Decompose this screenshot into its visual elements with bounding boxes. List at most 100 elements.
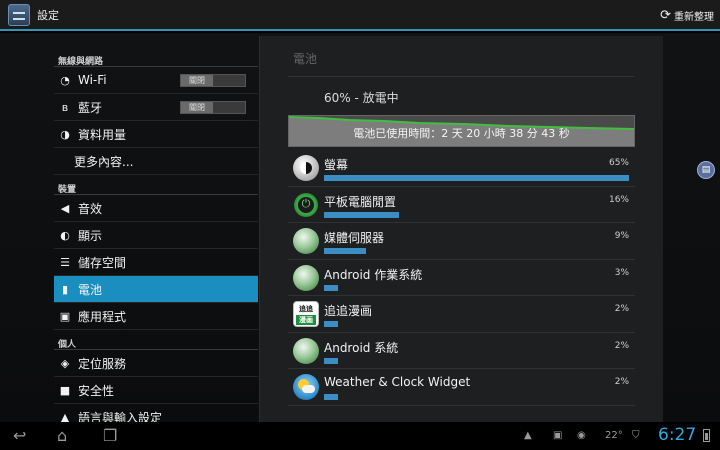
sidebar-item-battery[interactable]: ▮ 電池 [54,276,258,303]
wifi-icon: ◔ [60,73,70,87]
location-icon: ◈ [60,356,70,370]
clipboard-notification-icon[interactable]: ▤ [697,161,715,179]
sidebar-item-data-usage[interactable]: ◑ 資料用量 [54,121,258,148]
battery-usage-time: 電池已使用時間：2 天 20 小時 38 分 43 秒 [353,127,570,140]
list-item[interactable]: Weather & Clock Widget 2% [288,369,635,406]
action-bar: 設定 ⟳ 重新整理 [0,0,720,31]
usage-bar [324,248,366,254]
category-header: 個人 [54,330,258,350]
app-name: Android 作業系統 [324,267,423,282]
sidebar-item-storage[interactable]: ☰ 儲存空間 [54,249,258,276]
volume-icon: ◀ [60,201,70,215]
battery-status-icon[interactable] [703,429,710,442]
usage-bar [324,211,399,218]
display-icon: ◐ [60,228,70,242]
back-icon[interactable]: ↩ [13,428,26,444]
bluetooth-toggle[interactable]: 關閉 [180,101,246,114]
battery-icon: ▮ [61,282,69,296]
battery-status: 60% - 放電中 [324,91,399,105]
usage-percent: 2% [614,304,629,314]
app-title: 設定 [37,8,59,22]
sidebar-item-sound[interactable]: ◀ 音效 [54,195,258,222]
list-item[interactable]: Android 系統 2% [288,333,635,369]
refresh-button[interactable]: ⟳ 重新整理 [660,7,714,24]
list-item[interactable]: Android 作業系統 3% [288,260,635,296]
usage-percent: 3% [614,267,629,278]
sidebar-item-language[interactable]: ▲ 語言與輸入設定 [54,404,258,423]
sidebar-item-label: 更多內容... [74,154,134,169]
panel-title: 電池 [293,52,318,66]
usage-percent: 2% [614,377,629,387]
usage-bar [324,321,338,327]
usage-percent: 16% [608,194,629,205]
screen-icon [293,155,319,181]
system-navigation-bar: ↩ ⌂ ❐ ▲ ▣ ◉ 22° ⛉ 6:27 [0,422,720,450]
shield-icon[interactable]: ⛉ [632,430,640,442]
lock-icon: ■ [59,383,71,397]
app-name: 螢幕 [324,158,349,172]
category-header: 無線與網路 [54,47,258,67]
usage-bar [324,175,629,181]
divider [288,76,634,77]
android-disc-icon [293,228,319,254]
data-usage-icon: ◑ [60,127,70,141]
list-item[interactable]: 平板電腦閒置 16% [288,187,635,223]
sidebar-item-wifi[interactable]: ◔ Wi-Fi 關閉 [54,67,258,94]
apps-icon: ▣ [59,309,71,323]
sidebar-item-location[interactable]: ◈ 定位服務 [54,350,258,377]
clock[interactable]: 6:27 [658,425,696,445]
temperature-label[interactable]: 22° [605,430,623,442]
sidebar-item-more[interactable]: 更多內容... [54,148,258,175]
bluetooth-icon: ʙ [61,100,69,114]
power-icon [293,192,319,218]
sidebar-item-security[interactable]: ■ 安全性 [54,377,258,404]
usage-percent: 65% [608,158,629,168]
usage-percent: 2% [614,340,629,351]
sidebar-item-apps[interactable]: ▣ 應用程式 [54,303,258,330]
app-name: 媒體伺服器 [324,231,385,245]
storage-icon: ☰ [60,255,70,269]
sidebar-item-label: 顯示 [78,228,103,243]
list-item[interactable]: 媒體伺服器 9% [288,223,635,260]
app-name: 平板電腦閒置 [324,194,397,209]
app-name: Weather & Clock Widget [324,375,471,389]
main-area: 無線與網路 ◔ Wi-Fi 關閉 ʙ 藍牙 關閉 ◑ 資料用量 更多內容... … [0,33,720,422]
battery-panel: 電池 60% - 放電中 電池已使用時間：2 天 20 小時 38 分 43 秒… [259,36,663,422]
category-header: 裝置 [54,175,258,195]
sidebar-item-label: 音效 [78,201,103,216]
sidebar-item-label: 儲存空間 [78,255,127,270]
eye-icon[interactable]: ◉ [577,430,586,442]
language-icon: ▲ [60,410,70,423]
download-icon[interactable]: ▣ [553,430,562,442]
usage-bar [324,357,338,364]
sidebar-item-label: 定位服務 [78,356,127,371]
settings-app-icon[interactable] [8,3,30,26]
list-item[interactable]: 螢幕 65% [288,150,635,187]
battery-usage-list: 螢幕 65% 平板電腦閒置 16% 媒體伺服器 9% Android 作業系統 … [288,150,635,406]
refresh-label: 重新整理 [674,12,714,23]
sidebar-item-label: 語言與輸入設定 [78,410,163,423]
warning-icon[interactable]: ▲ [524,430,532,442]
wifi-toggle[interactable]: 關閉 [180,74,246,87]
sidebar-item-bluetooth[interactable]: ʙ 藍牙 關閉 [54,94,258,121]
list-item[interactable]: 追追 漫画 追追漫画 2% [288,296,635,333]
usage-bar [324,284,338,291]
sidebar-item-display[interactable]: ◐ 顯示 [54,222,258,249]
usage-percent: 9% [614,231,629,241]
android-disc-icon [293,264,319,291]
recent-apps-icon[interactable]: ❐ [103,428,117,444]
sidebar-item-label: 藍牙 [78,100,103,115]
refresh-icon: ⟳ [660,7,671,23]
sidebar-item-label: 資料用量 [78,127,127,142]
sidebar-item-label: 電池 [78,282,103,297]
weather-widget-icon [293,374,319,400]
app-name: Android 系統 [324,340,399,355]
battery-history-graph[interactable]: 電池已使用時間：2 天 20 小時 38 分 43 秒 [288,115,635,147]
android-disc-icon [293,337,319,364]
usage-bar [324,394,338,400]
home-icon[interactable]: ⌂ [57,428,67,444]
sidebar-item-label: 應用程式 [78,309,127,324]
manga-app-icon: 追追 漫画 [293,301,319,327]
toggle-label: 關閉 [181,75,213,86]
settings-sidebar: 無線與網路 ◔ Wi-Fi 關閉 ʙ 藍牙 關閉 ◑ 資料用量 更多內容... … [54,47,258,422]
